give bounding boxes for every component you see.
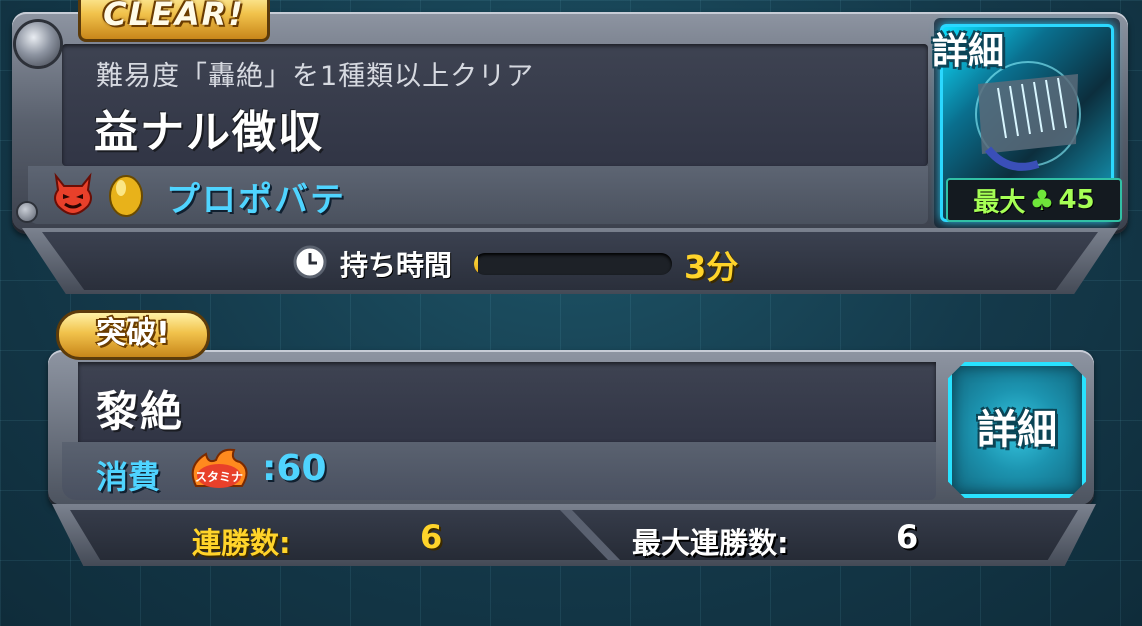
breakthrough-title-panel: [78, 362, 936, 442]
rivet-decoration-small: [18, 203, 36, 221]
cost-label: 消費: [96, 458, 161, 496]
quest-card-boss-panel: [28, 166, 928, 224]
clover-icon: ♣: [1029, 183, 1055, 217]
rivet-decoration: [16, 22, 60, 66]
max-win-streak-value: 6: [896, 518, 919, 556]
breakthrough-title: 黎絶: [96, 387, 185, 436]
quest-title: 益ナル徴収: [94, 107, 324, 158]
egg-icon: [109, 175, 143, 217]
breakthrough-badge: 突破!: [56, 310, 210, 360]
stamina-icon-text: スタミナ: [195, 470, 243, 484]
max-win-streak-label: 最大連勝数:: [632, 526, 789, 560]
stamina-icon: スタミナ: [191, 448, 248, 488]
time-limit-label: 持ち時間: [340, 249, 453, 282]
time-limit-bar-fill: [474, 253, 478, 275]
win-streak-label: 連勝数:: [192, 526, 291, 560]
breakthrough-detail-label: 詳細: [977, 407, 1057, 453]
cost-value: :60: [262, 448, 327, 489]
clock-icon: [293, 245, 327, 279]
max-luck-badge: 最大 ♣ 45: [946, 178, 1122, 222]
quest-detail-label: 詳細: [932, 31, 1005, 72]
boss-name: プロポバテ: [166, 180, 346, 220]
clear-badge: CLEAR!: [78, 0, 270, 42]
max-luck-label: 最大: [973, 187, 1026, 218]
max-luck-value: 45: [1058, 185, 1095, 215]
time-limit-value: 3分: [684, 248, 739, 286]
clear-condition-text: 難易度「轟絶」を1種類以上クリア: [96, 61, 535, 92]
time-limit-bar: [474, 253, 672, 275]
devil-element-icon: [54, 172, 92, 216]
win-streak-value: 6: [420, 518, 443, 556]
